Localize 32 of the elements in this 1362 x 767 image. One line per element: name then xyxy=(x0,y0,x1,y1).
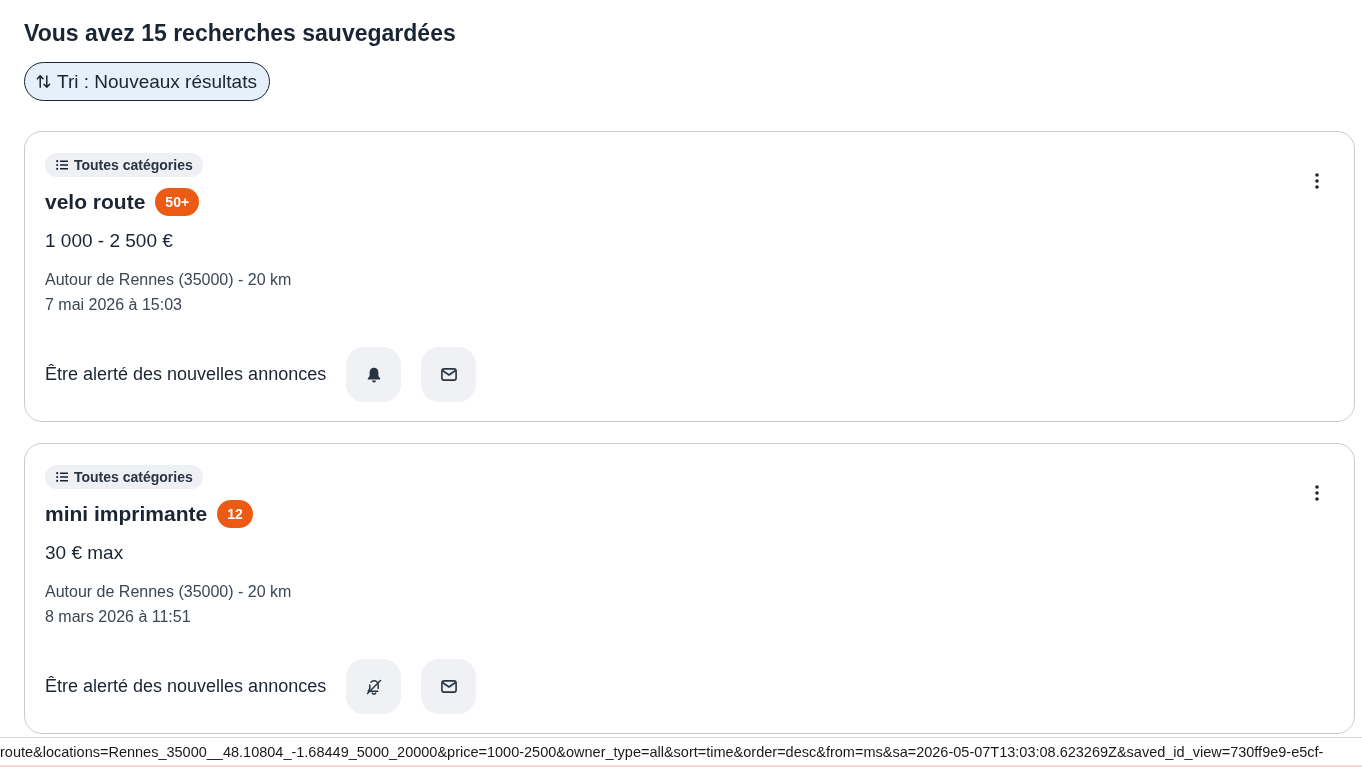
sort-arrows-icon xyxy=(36,74,51,89)
search-title: velo route xyxy=(45,190,146,214)
list-icon xyxy=(56,472,68,482)
search-title: mini imprimante xyxy=(45,502,208,526)
envelope-icon xyxy=(440,368,457,381)
new-results-count: 12 xyxy=(217,500,253,528)
new-results-count: 50+ xyxy=(155,188,200,216)
page-heading: Vous avez 15 recherches sauvegardées xyxy=(24,19,457,47)
saved-search-card[interactable]: Toutes catégories velo route 50+ 1 000 - 2 500 € Autour de Rennes (35000) - 20 km 7 mai 2026 à 15:03 Être alerté des nouvelles annonces xyxy=(24,131,1355,422)
more-vertical-icon xyxy=(1315,485,1319,501)
category-chip: Toutes catégories xyxy=(45,153,203,177)
price-range: 1 000 - 2 500 € xyxy=(45,229,173,253)
notification-on-button[interactable] xyxy=(346,347,402,402)
more-vertical-icon xyxy=(1315,173,1319,189)
search-location: Autour de Rennes (35000) - 20 km xyxy=(45,582,292,602)
email-alert-button[interactable] xyxy=(421,659,477,714)
bell-icon xyxy=(366,366,381,383)
list-icon xyxy=(56,160,68,170)
search-location: Autour de Rennes (35000) - 20 km xyxy=(45,270,292,290)
notification-off-button[interactable] xyxy=(346,659,402,714)
envelope-icon xyxy=(440,680,457,693)
email-alert-button[interactable] xyxy=(421,347,477,402)
price-range: 30 € max xyxy=(45,541,124,565)
alert-label: Être alerté des nouvelles annonces xyxy=(45,676,327,697)
category-chip: Toutes catégories xyxy=(45,465,203,489)
saved-search-card[interactable]: Toutes catégories mini imprimante 12 30 € max Autour de Rennes (35000) - 20 km 8 mars 2026 à 11:51 Être alerté des nouvelles annonces xyxy=(24,443,1355,734)
search-date: 7 mai 2026 à 15:03 xyxy=(45,295,182,315)
bell-slash-icon xyxy=(365,678,382,695)
alert-label: Être alerté des nouvelles annonces xyxy=(45,364,327,385)
status-url: route&locations=Rennes_35000__48.10804_-1.68449_5000_20000&price=1000-2500&owner_type=all&sort=time&order=desc&from=ms&sa=2026-05-07T13:03:08.623269Z&saved_id_view=730ff9e9-e5cf- xyxy=(0,743,1324,760)
search-date: 8 mars 2026 à 11:51 xyxy=(45,607,191,627)
sort-button[interactable]: Tri : Nouveaux résultats xyxy=(24,62,270,101)
